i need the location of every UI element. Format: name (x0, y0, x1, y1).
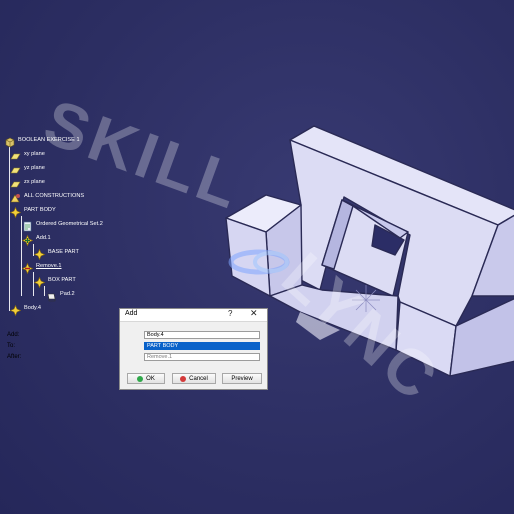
plane-icon (10, 177, 21, 188)
tree-node-label: ALL CONSTRUCTIONS (24, 193, 85, 199)
specification-tree: BOOLEAN EXERCISE 1 xy plane yz plane zx pla… (0, 0, 514, 514)
tree-node-label: BOX PART (48, 277, 76, 283)
cancel-button[interactable]: Cancel (172, 373, 216, 384)
tree-node[interactable]: Pad.2 (46, 288, 75, 301)
body-icon (33, 247, 46, 260)
remove-icon (21, 261, 34, 274)
tree-node-label: BOOLEAN EXERCISE 1 (18, 137, 80, 143)
body-icon (9, 303, 22, 316)
tree-node-label: xy plane (24, 151, 45, 157)
3d-viewport[interactable]: SKILL LYNC BOOLEAN EXERCISE 1 xy plane yz … (0, 0, 514, 514)
after-field[interactable]: Remove.1 (144, 353, 260, 361)
tree-node-label: BASE PART (48, 249, 79, 255)
tree-node[interactable]: BOX PART (33, 274, 76, 288)
tree-node[interactable]: Add.1 (21, 232, 51, 246)
dialog-title: Add (125, 310, 138, 317)
ok-button[interactable]: OK (127, 373, 165, 384)
preview-button[interactable]: Preview (222, 373, 262, 384)
tree-node-label: yz plane (24, 165, 45, 171)
plane-icon (10, 149, 21, 160)
tree-node[interactable]: yz plane (10, 162, 45, 174)
ordered-set-icon (22, 219, 33, 231)
part-icon (4, 135, 15, 147)
tree-node[interactable]: Remove.1 (21, 260, 62, 274)
tree-node-label: PART BODY (24, 207, 56, 213)
ok-icon (137, 375, 144, 382)
tree-node[interactable]: PART BODY (9, 204, 56, 218)
add-label: Add: (7, 332, 20, 338)
body-icon (33, 275, 46, 288)
tree-node-label: zx plane (24, 179, 45, 185)
tree-node[interactable]: Body.4 (9, 302, 41, 316)
plane-icon (10, 163, 21, 174)
ok-label: OK (146, 375, 155, 382)
tree-node[interactable]: ALL CONSTRUCTIONS (10, 190, 84, 202)
cancel-label: Cancel (189, 375, 208, 382)
tree-node-label: Ordered Geometrical Set.2 (36, 221, 103, 227)
cancel-icon (180, 375, 187, 382)
tree-node[interactable]: BOOLEAN EXERCISE 1 (4, 134, 80, 147)
tree-node[interactable]: BASE PART (33, 246, 79, 260)
tree-node[interactable]: zx plane (10, 176, 45, 188)
tree-node[interactable]: Ordered Geometrical Set.2 (22, 218, 103, 231)
geometrical-set-icon (10, 191, 21, 202)
body-icon (9, 205, 22, 218)
add-field[interactable]: Body.4 (144, 331, 260, 339)
tree-node-label: Remove.1 (36, 263, 62, 269)
to-field[interactable]: PART BODY (144, 342, 260, 350)
tree-node[interactable]: xy plane (10, 148, 45, 160)
tree-node-label: Body.4 (24, 305, 41, 311)
to-label: To: (7, 343, 16, 349)
help-button[interactable]: ? (228, 309, 232, 318)
add-icon (21, 233, 34, 246)
tree-node-label: Add.1 (36, 235, 51, 241)
after-label: After: (7, 354, 22, 360)
close-button[interactable]: ✕ (250, 308, 258, 319)
dialog-title-bar[interactable]: Add ? ✕ (120, 308, 267, 322)
pad-icon (46, 289, 57, 301)
tree-node-label: Pad.2 (60, 291, 75, 297)
